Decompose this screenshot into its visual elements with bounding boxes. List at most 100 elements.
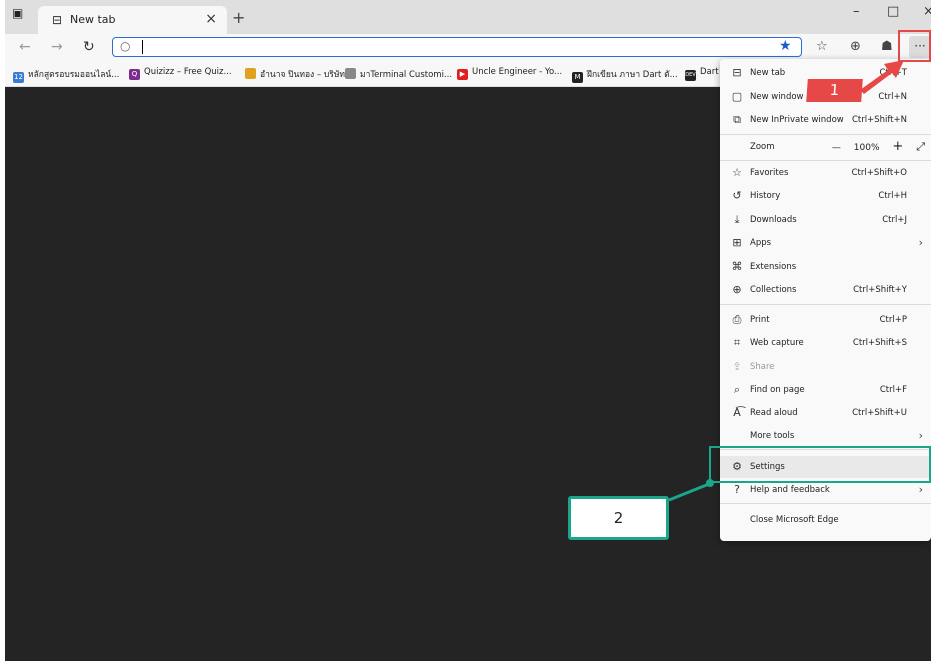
bookmark-item[interactable]: Q Quizizz – Free Quiz...: [129, 67, 232, 80]
forward-icon[interactable]: →: [51, 39, 63, 55]
extension-icon[interactable]: ☗: [881, 39, 893, 54]
extensions-icon: ⌘: [731, 260, 743, 273]
menu-divider: [720, 503, 931, 504]
annotation-highlight-more-button: [898, 30, 931, 62]
menu-item-label: Close Microsoft Edge: [750, 515, 839, 525]
menu-item-find-on-page[interactable]: ⌕ Find on page Ctrl+F: [720, 379, 931, 401]
menu-item-extensions[interactable]: ⌘ Extensions: [720, 256, 931, 278]
bookmark-icon: ▶: [457, 69, 468, 80]
favorite-star-icon[interactable]: ★: [779, 38, 792, 54]
menu-item-print[interactable]: ⎙ Print Ctrl+P: [720, 309, 931, 331]
zoom-out-button[interactable]: —: [832, 143, 841, 153]
menu-item-shortcut: Ctrl+F: [879, 385, 907, 395]
bookmark-item[interactable]: มาTerminal Customi...: [345, 67, 452, 81]
menu-item-share: ⇪ Share: [720, 356, 931, 378]
menu-divider: [720, 134, 931, 135]
bookmark-icon: DEV: [685, 70, 696, 81]
bookmark-item[interactable]: ▶ Uncle Engineer - Yo...: [457, 67, 562, 80]
menu-item-label: Share: [750, 362, 775, 372]
menu-item-shortcut: Ctrl+N: [878, 92, 907, 102]
tab-title: New tab: [70, 13, 116, 26]
web-capture-icon: ⌗: [733, 336, 741, 349]
menu-item-label: Help and feedback: [750, 485, 830, 495]
menu-item-label: Collections: [750, 285, 797, 295]
bookmark-item[interactable]: 12 หลักสูตรอบรมออนไลน์...: [13, 67, 119, 83]
tab-actions-icon[interactable]: ▣: [12, 6, 23, 20]
menu-item-history[interactable]: ↺ History Ctrl+H: [720, 185, 931, 207]
favorites-icon[interactable]: ☆: [816, 39, 828, 54]
bookmark-icon: [345, 68, 356, 79]
download-icon: ⤓: [734, 213, 740, 226]
annotation-highlight-settings: [709, 446, 931, 483]
toolbar: ← → ↻ ○ ★ ☆ ⊕ ☗ ···: [5, 34, 931, 62]
bookmark-label: ฝึกเขียน ภาษา Dart ตั...: [587, 70, 678, 80]
menu-item-downloads[interactable]: ⤓ Downloads Ctrl+J: [720, 209, 931, 231]
search-icon: ○: [120, 39, 131, 53]
menu-item-shortcut: Ctrl+T: [879, 68, 907, 78]
bookmark-icon: M: [572, 72, 583, 83]
menu-item-more-tools[interactable]: More tools ›: [720, 425, 931, 447]
annotation-step-1: 1: [806, 79, 863, 102]
menu-item-zoom: Zoom — 100% + ⤢: [720, 136, 931, 158]
close-window-button[interactable]: ×: [923, 4, 931, 19]
zoom-in-button[interactable]: +: [892, 139, 903, 154]
tab-strip: ▣ ⊟ New tab × + – □ ×: [5, 0, 931, 34]
tab-close-button[interactable]: ×: [205, 11, 217, 27]
read-aloud-icon: A͡: [733, 406, 741, 419]
address-bar[interactable]: ○: [112, 37, 802, 57]
new-tab-icon: ⊟: [52, 13, 63, 27]
menu-item-label: Zoom: [750, 142, 775, 152]
bookmark-icon: [245, 68, 256, 79]
bookmark-label: อำนาจ ปินทอง – บริษัท...: [260, 70, 354, 80]
menu-divider: [720, 304, 931, 305]
menu-item-label: New window: [750, 92, 804, 102]
menu-item-read-aloud[interactable]: A͡ Read aloud Ctrl+Shift+U: [720, 402, 931, 424]
menu-item-label: Extensions: [750, 262, 797, 272]
collections-icon[interactable]: ⊕: [850, 39, 861, 54]
menu-item-close-edge[interactable]: Close Microsoft Edge: [720, 509, 931, 531]
bookmark-icon: 12: [13, 72, 24, 83]
menu-item-shortcut: Ctrl+Shift+U: [852, 408, 907, 418]
refresh-icon[interactable]: ↻: [83, 39, 95, 55]
back-icon[interactable]: ←: [19, 39, 31, 55]
menu-item-new-inprivate[interactable]: ⧉ New InPrivate window Ctrl+Shift+N: [720, 109, 931, 131]
chevron-right-icon: ›: [918, 429, 923, 442]
menu-item-favorites[interactable]: ☆ Favorites Ctrl+Shift+O: [720, 162, 931, 184]
window-icon: ▢: [731, 90, 743, 103]
menu-item-shortcut: Ctrl+Shift+Y: [853, 285, 907, 295]
apps-icon: ⊞: [732, 236, 742, 249]
address-input[interactable]: [139, 40, 759, 54]
menu-item-shortcut: Ctrl+P: [879, 315, 907, 325]
menu-item-web-capture[interactable]: ⌗ Web capture Ctrl+Shift+S: [720, 332, 931, 354]
print-icon: ⎙: [732, 313, 742, 326]
menu-item-collections[interactable]: ⊕ Collections Ctrl+Shift+Y: [720, 279, 931, 301]
bookmark-item[interactable]: อำนาจ ปินทอง – บริษัท...: [245, 67, 353, 81]
fullscreen-button[interactable]: ⤢: [916, 140, 925, 154]
menu-item-label: New tab: [750, 68, 786, 78]
help-icon: ?: [734, 483, 740, 496]
minimize-button[interactable]: –: [853, 4, 860, 19]
bookmark-label: หลักสูตรอบรมออนไลน์...: [28, 70, 120, 80]
bookmark-label: Quizizz – Free Quiz...: [144, 67, 232, 77]
chevron-right-icon: ›: [918, 483, 923, 496]
maximize-button[interactable]: □: [887, 4, 899, 19]
find-icon: ⌕: [733, 383, 741, 396]
menu-item-shortcut: Ctrl+Shift+S: [852, 338, 907, 348]
menu-item-shortcut: Ctrl+J: [882, 215, 907, 225]
menu-item-label: History: [750, 191, 781, 201]
menu-item-apps[interactable]: ⊞ Apps ›: [720, 232, 931, 254]
menu-item-label: New InPrivate window: [750, 115, 844, 125]
zoom-value: 100%: [853, 143, 880, 153]
menu-item-shortcut: Ctrl+Shift+O: [851, 168, 907, 178]
menu-item-label: More tools: [750, 431, 795, 441]
share-icon: ⇪: [732, 360, 742, 373]
bookmark-item[interactable]: M ฝึกเขียน ภาษา Dart ตั...: [572, 67, 678, 83]
tab-new-tab[interactable]: ⊟ New tab ×: [38, 6, 227, 34]
menu-item-label: Read aloud: [750, 408, 798, 418]
menu-item-label: Apps: [750, 238, 772, 248]
menu-item-label: Downloads: [750, 215, 797, 225]
collections-icon: ⊕: [732, 283, 742, 296]
menu-item-label: Print: [750, 315, 770, 325]
menu-divider: [720, 160, 931, 161]
new-tab-button[interactable]: +: [232, 8, 245, 27]
